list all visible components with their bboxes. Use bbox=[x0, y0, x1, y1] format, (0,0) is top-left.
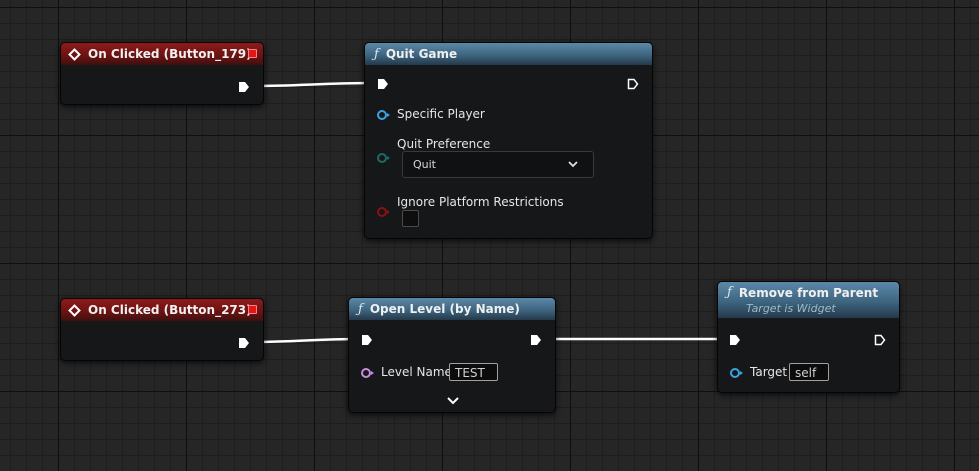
wire-clicked179-to-quitgame bbox=[249, 81, 377, 88]
quit-preference-pin[interactable] bbox=[377, 153, 390, 163]
exec-output-pin[interactable] bbox=[530, 334, 542, 346]
event-diamond-icon bbox=[68, 47, 81, 61]
event-diamond-icon bbox=[68, 303, 81, 317]
quit-preference-label: Quit Preference bbox=[397, 137, 491, 151]
function-icon: ƒ bbox=[374, 46, 379, 62]
node-subtitle: Target is Widget bbox=[746, 302, 836, 315]
exec-input-pin[interactable] bbox=[361, 334, 373, 346]
node-header[interactable]: On Clicked (Button_273) bbox=[61, 299, 263, 321]
target-pin[interactable] bbox=[730, 368, 743, 378]
node-quit-game[interactable]: ƒ Quit Game Specific Player Quit Prefere… bbox=[364, 42, 653, 239]
delegate-square-icon[interactable] bbox=[248, 305, 257, 314]
level-name-input[interactable]: TEST bbox=[449, 363, 498, 381]
delegate-square-icon[interactable] bbox=[248, 49, 257, 58]
exec-output-pin[interactable] bbox=[238, 81, 250, 93]
exec-output-pin[interactable] bbox=[874, 334, 886, 346]
node-title: Quit Game bbox=[385, 47, 458, 61]
exec-output-pin[interactable] bbox=[238, 337, 250, 349]
exec-output-pin[interactable] bbox=[627, 78, 639, 90]
ignore-platform-restrictions-label: Ignore Platform Restrictions bbox=[397, 195, 564, 209]
node-header[interactable]: On Clicked (Button_179) bbox=[61, 43, 263, 65]
chevron-down-icon bbox=[568, 161, 578, 168]
ignore-platform-restrictions-checkbox[interactable] bbox=[402, 210, 419, 227]
node-open-level-by-name[interactable]: ƒ Open Level (by Name) Level Name TEST bbox=[348, 297, 556, 413]
level-name-pin[interactable] bbox=[361, 368, 374, 378]
expand-chevron-down-icon[interactable] bbox=[446, 396, 460, 406]
node-title: On Clicked (Button_273) bbox=[88, 303, 252, 317]
level-name-label: Level Name bbox=[381, 365, 452, 379]
node-title: Open Level (by Name) bbox=[369, 302, 520, 316]
node-title: On Clicked (Button_179) bbox=[88, 47, 252, 61]
node-title: Remove from Parent bbox=[738, 285, 879, 300]
node-remove-from-parent[interactable]: ƒ Remove from Parent Target is Widget Ta… bbox=[717, 281, 900, 393]
function-icon: ƒ bbox=[727, 285, 732, 300]
target-label: Target bbox=[750, 365, 788, 379]
quit-preference-dropdown[interactable]: Quit bbox=[402, 151, 594, 178]
exec-input-pin[interactable] bbox=[729, 334, 741, 346]
ignore-platform-restrictions-pin[interactable] bbox=[377, 207, 390, 217]
specific-player-pin[interactable] bbox=[377, 110, 390, 120]
wire-clicked273-to-openlevel bbox=[249, 337, 363, 344]
target-input[interactable]: self bbox=[789, 363, 829, 381]
quit-preference-value: Quit bbox=[413, 158, 436, 171]
node-header[interactable]: ƒ Open Level (by Name) bbox=[349, 298, 555, 320]
node-on-clicked-button-273[interactable]: On Clicked (Button_273) bbox=[60, 298, 264, 361]
node-header[interactable]: ƒ Remove from Parent Target is Widget bbox=[718, 282, 899, 318]
exec-input-pin[interactable] bbox=[377, 78, 389, 90]
specific-player-label: Specific Player bbox=[397, 107, 485, 121]
node-on-clicked-button-179[interactable]: On Clicked (Button_179) bbox=[60, 42, 264, 105]
function-icon: ƒ bbox=[358, 301, 363, 317]
node-header[interactable]: ƒ Quit Game bbox=[365, 43, 652, 65]
